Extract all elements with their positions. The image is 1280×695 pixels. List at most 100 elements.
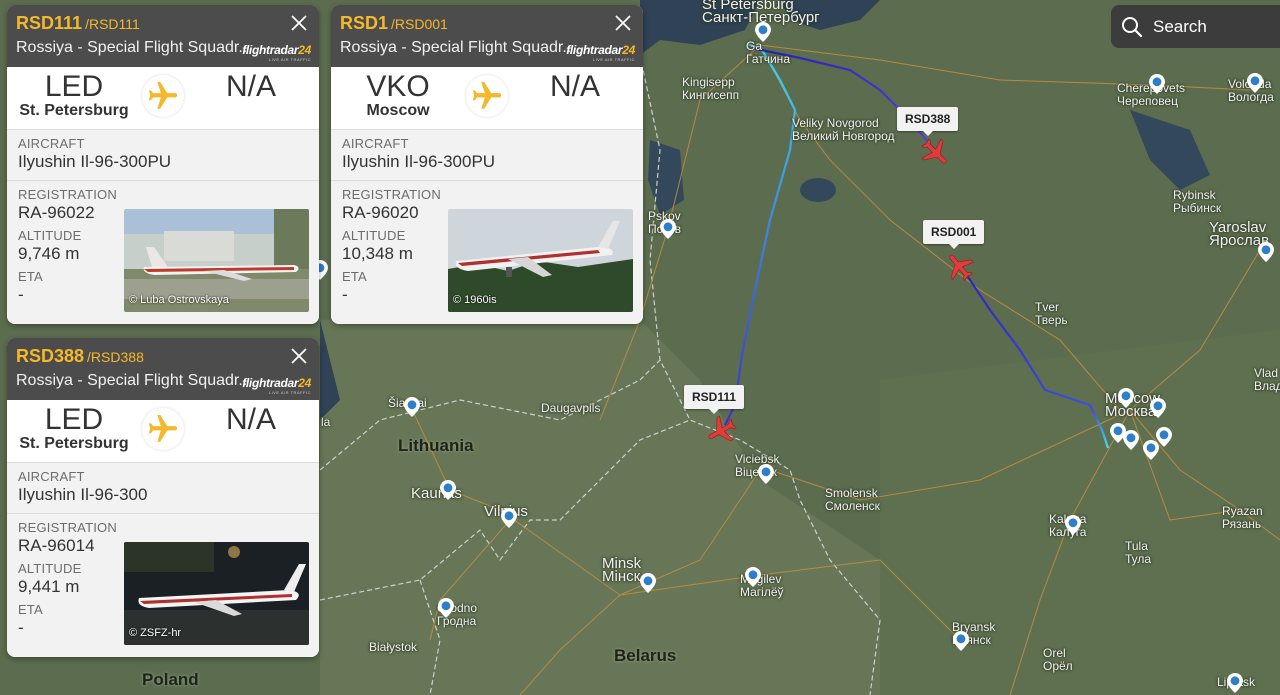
- card-header: RSD1/RSD001 Rossiya - Special Flight Squ…: [331, 5, 643, 67]
- flight-card-rsd111[interactable]: RSD111/RSD111 Rossiya - Special Flight S…: [7, 5, 319, 324]
- city-label-daugavpils: Daugavpils: [541, 401, 601, 415]
- aircraft-label: AIRCRAFT: [342, 136, 409, 151]
- airline-name: Rossiya - Special Flight Squadr...: [16, 372, 248, 389]
- flight-card-rsd388[interactable]: RSD388/RSD388 Rossiya - Special Flight S…: [7, 338, 319, 657]
- airport-pin-icon[interactable]: [1118, 388, 1134, 408]
- city-label-partial: la: [321, 415, 331, 429]
- search-label: Search: [1153, 16, 1207, 36]
- city-label-vladimir: Vlad Влад: [1254, 366, 1280, 393]
- route-plane-icon: [466, 75, 508, 117]
- callsign: RSD1: [340, 13, 389, 33]
- country-label-lithuania: Lithuania: [398, 436, 474, 455]
- airport-pin-icon[interactable]: [758, 464, 774, 484]
- search-button[interactable]: Search: [1111, 5, 1280, 48]
- photo-credit: © ZSFZ-hr: [129, 627, 182, 639]
- airport-pin-icon[interactable]: [501, 508, 517, 528]
- flightradar24-logo: flightradar24 LIVE AIR TRAFFIC: [242, 376, 311, 395]
- details-section: REGISTRATION RA-96022 ALTITUDE 9,746 m ETA…: [7, 181, 319, 324]
- aircraft-section: AIRCRAFT Ilyushin Il-96-300: [7, 462, 319, 514]
- origin: VKO Moscow: [331, 70, 465, 120]
- aircraft-section: AIRCRAFT Ilyushin Il-96-300PU: [331, 129, 643, 181]
- route-plane-icon: [142, 75, 184, 117]
- flight-tag-rsd001[interactable]: RSD001: [923, 220, 985, 249]
- origin-code: LED: [44, 70, 104, 103]
- airport-pin-icon[interactable]: [404, 397, 420, 417]
- origin-city: Moscow: [366, 102, 430, 119]
- city-label-st-petersburg: St Petersburg Санкт-Петербург: [702, 0, 820, 26]
- photo-credit: © 1960is: [453, 294, 497, 306]
- card-header: RSD388/RSD388 Rossiya - Special Flight S…: [7, 338, 319, 400]
- origin-code: LED: [44, 403, 104, 436]
- aircraft-value: Ilyushin Il-96-300PU: [18, 152, 172, 171]
- airport-pin-icon[interactable]: [953, 631, 969, 651]
- airport-pin-icon[interactable]: [1247, 73, 1263, 93]
- airport-pin-icon[interactable]: [745, 567, 761, 587]
- airline-name: Rossiya - Special Flight Squadr...: [340, 39, 572, 56]
- registration-label: REGISTRATION: [342, 187, 441, 202]
- registration-label: REGISTRATION: [18, 520, 117, 535]
- destination-code: N/A: [225, 70, 276, 103]
- airport-pin-icon[interactable]: [1227, 673, 1243, 693]
- aircraft-section: AIRCRAFT Ilyushin Il-96-300PU: [7, 129, 319, 181]
- airport-pin-icon[interactable]: [1150, 398, 1166, 418]
- close-icon[interactable]: [613, 13, 633, 33]
- city-label-kingisepp: Kingisepp Кингисепп: [682, 75, 740, 102]
- photo-credit: © Luba Ostrovskaya: [129, 294, 229, 306]
- city-label-gatchina: Ga Гатчина: [746, 39, 790, 66]
- city-label-smolensk: Smolensk Смоленск: [825, 486, 880, 513]
- callsign-code: /RSD388: [87, 349, 144, 365]
- airport-pin-icon[interactable]: [1149, 74, 1165, 94]
- destination: N/A: [507, 70, 643, 104]
- city-label-bialystok: Białystok: [369, 640, 418, 654]
- country-label-poland: Poland: [142, 670, 199, 689]
- route-plane-icon: [142, 408, 184, 450]
- callsign-code: /RSD111: [85, 16, 140, 32]
- origin: LED St. Petersburg: [7, 403, 141, 453]
- aircraft-photo[interactable]: © Luba Ostrovskaya: [124, 209, 309, 312]
- aircraft-value: Ilyushin Il-96-300PU: [342, 152, 496, 171]
- route-section: LED St. Petersburg N/A: [7, 400, 319, 462]
- airport-pin-icon[interactable]: [640, 573, 656, 593]
- origin-city: St. Petersburg: [19, 102, 129, 119]
- flight-card-rsd1[interactable]: RSD1/RSD001 Rossiya - Special Flight Squ…: [331, 5, 643, 324]
- origin-code: VKO: [366, 70, 430, 103]
- destination-code: N/A: [225, 403, 276, 436]
- search-icon: [1122, 16, 1143, 37]
- origin: LED St. Petersburg: [7, 70, 141, 120]
- details-section: REGISTRATION RA-96020 ALTITUDE 10,348 m ET…: [331, 181, 643, 324]
- airport-pin-icon[interactable]: [438, 598, 454, 618]
- destination: N/A: [183, 70, 319, 104]
- route-section: LED St. Petersburg N/A: [7, 67, 319, 129]
- card-header: RSD111/RSD111 Rossiya - Special Flight S…: [7, 5, 319, 67]
- flight-tag-rsd388[interactable]: RSD388: [897, 107, 959, 136]
- details-section: REGISTRATION RA-96014 ALTITUDE 9,441 m ETA…: [7, 514, 319, 657]
- airport-pin-icon[interactable]: [440, 480, 456, 500]
- airport-pin-icon[interactable]: [1258, 242, 1274, 262]
- callsign: RSD388: [16, 346, 85, 366]
- aircraft-label: AIRCRAFT: [18, 136, 85, 151]
- aircraft-photo[interactable]: © 1960is: [448, 209, 633, 312]
- destination: N/A: [183, 403, 319, 437]
- registration-label: REGISTRATION: [18, 187, 117, 202]
- city-label-orel: Orel Орёл: [1043, 646, 1073, 673]
- flightradar24-logo: flightradar24 LIVE AIR TRAFFIC: [242, 43, 311, 62]
- city-label-veliky-novgorod: Veliky Novgorod Великий Новгород: [792, 116, 895, 143]
- close-icon[interactable]: [289, 346, 309, 366]
- airport-pin-icon[interactable]: [755, 22, 771, 42]
- airport-pin-icon[interactable]: [1143, 440, 1159, 460]
- aircraft-value: Ilyushin Il-96-300: [18, 485, 148, 504]
- aircraft-photo[interactable]: © ZSFZ-hr: [124, 542, 309, 645]
- callsign: RSD111: [16, 13, 83, 33]
- city-label-tver: Tver Тверь: [1035, 300, 1068, 327]
- city-label-minsk: Minsk Мінск: [602, 555, 642, 585]
- airport-pin-icon[interactable]: [660, 219, 676, 239]
- city-label-ryazan: Ryazan Рязань: [1222, 504, 1263, 531]
- aircraft-label: AIRCRAFT: [18, 469, 85, 484]
- flight-tag-rsd111[interactable]: RSD111: [684, 385, 745, 414]
- close-icon[interactable]: [289, 13, 309, 33]
- airport-pin-icon[interactable]: [1065, 515, 1081, 535]
- country-label-belarus: Belarus: [614, 646, 677, 665]
- origin-city: St. Petersburg: [19, 435, 129, 452]
- destination-code: N/A: [549, 70, 600, 103]
- airport-pin-icon[interactable]: [1123, 430, 1139, 450]
